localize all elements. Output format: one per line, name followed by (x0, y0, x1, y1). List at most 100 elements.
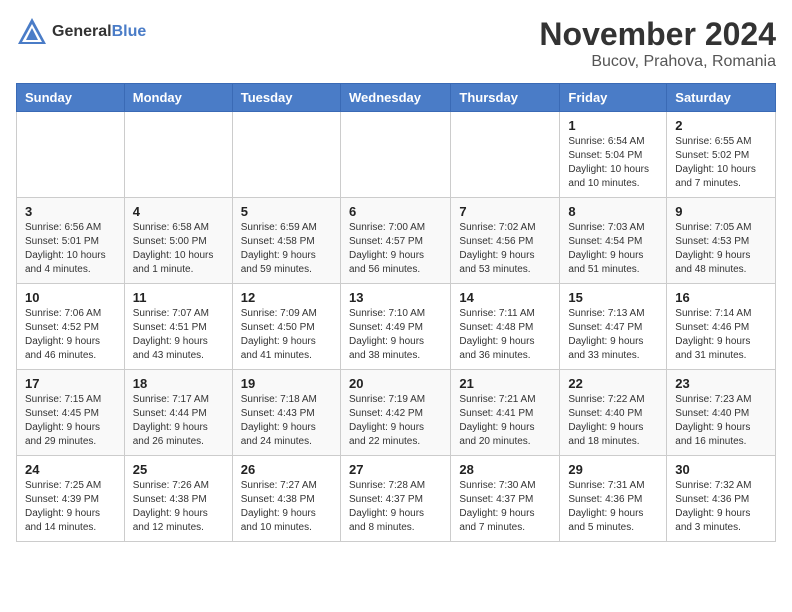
day-info: Sunrise: 7:00 AMSunset: 4:57 PMDaylight:… (349, 221, 442, 277)
header-cell-thursday: Thursday (451, 84, 560, 112)
week-row-5: 24 Sunrise: 7:25 AMSunset: 4:39 PMDayligh… (17, 456, 776, 542)
day-number: 12 (241, 290, 332, 305)
day-number: 29 (568, 462, 658, 477)
day-cell: 5 Sunrise: 6:59 AMSunset: 4:58 PMDaylight… (232, 198, 340, 284)
day-cell: 9 Sunrise: 7:05 AMSunset: 4:53 PMDaylight… (667, 198, 776, 284)
day-number: 4 (133, 204, 224, 219)
header: GeneralBlue November 2024 Bucov, Prahova… (16, 16, 776, 71)
logo: GeneralBlue (16, 16, 146, 48)
day-cell: 2 Sunrise: 6:55 AMSunset: 5:02 PMDaylight… (667, 112, 776, 198)
location-title: Bucov, Prahova, Romania (539, 53, 776, 71)
day-cell (451, 112, 560, 198)
day-info: Sunrise: 7:25 AMSunset: 4:39 PMDaylight:… (25, 479, 116, 535)
day-cell: 4 Sunrise: 6:58 AMSunset: 5:00 PMDaylight… (124, 198, 232, 284)
day-number: 27 (349, 462, 442, 477)
day-cell: 22 Sunrise: 7:22 AMSunset: 4:40 PMDayligh… (560, 370, 667, 456)
day-number: 10 (25, 290, 116, 305)
day-info: Sunrise: 7:18 AMSunset: 4:43 PMDaylight:… (241, 393, 332, 449)
day-cell (232, 112, 340, 198)
day-number: 6 (349, 204, 442, 219)
day-number: 21 (459, 376, 551, 391)
day-info: Sunrise: 7:31 AMSunset: 4:36 PMDaylight:… (568, 479, 658, 535)
day-info: Sunrise: 7:02 AMSunset: 4:56 PMDaylight:… (459, 221, 551, 277)
day-cell: 26 Sunrise: 7:27 AMSunset: 4:38 PMDayligh… (232, 456, 340, 542)
day-info: Sunrise: 7:22 AMSunset: 4:40 PMDaylight:… (568, 393, 658, 449)
day-cell: 27 Sunrise: 7:28 AMSunset: 4:37 PMDayligh… (340, 456, 450, 542)
day-cell: 13Sunrise: 7:10 AMSunset: 4:49 PMDayligh… (340, 284, 450, 370)
header-cell-friday: Friday (560, 84, 667, 112)
day-info: Sunrise: 7:07 AMSunset: 4:51 PMDaylight:… (133, 307, 224, 363)
header-cell-wednesday: Wednesday (340, 84, 450, 112)
day-number: 23 (675, 376, 767, 391)
day-cell: 20 Sunrise: 7:19 AMSunset: 4:42 PMDayligh… (340, 370, 450, 456)
day-info: Sunrise: 7:10 AMSunset: 4:49 PMDaylight:… (349, 307, 442, 363)
title-section: November 2024 Bucov, Prahova, Romania (539, 16, 776, 71)
day-cell: 1 Sunrise: 6:54 AMSunset: 5:04 PMDaylight… (560, 112, 667, 198)
day-number: 9 (675, 204, 767, 219)
day-cell: 19Sunrise: 7:18 AMSunset: 4:43 PMDayligh… (232, 370, 340, 456)
day-info: Sunrise: 7:11 AMSunset: 4:48 PMDaylight:… (459, 307, 551, 363)
day-number: 11 (133, 290, 224, 305)
day-cell: 11 Sunrise: 7:07 AMSunset: 4:51 PMDayligh… (124, 284, 232, 370)
week-row-2: 3Sunrise: 6:56 AMSunset: 5:01 PMDaylight… (17, 198, 776, 284)
header-cell-tuesday: Tuesday (232, 84, 340, 112)
day-cell (340, 112, 450, 198)
day-number: 5 (241, 204, 332, 219)
day-cell: 3Sunrise: 6:56 AMSunset: 5:01 PMDaylight… (17, 198, 125, 284)
day-cell: 7Sunrise: 7:02 AMSunset: 4:56 PMDaylight… (451, 198, 560, 284)
day-info: Sunrise: 7:26 AMSunset: 4:38 PMDaylight:… (133, 479, 224, 535)
day-cell: 14 Sunrise: 7:11 AMSunset: 4:48 PMDayligh… (451, 284, 560, 370)
day-cell: 16Sunrise: 7:14 AMSunset: 4:46 PMDayligh… (667, 284, 776, 370)
day-info: Sunrise: 7:05 AMSunset: 4:53 PMDaylight:… (675, 221, 767, 277)
day-cell: 10 Sunrise: 7:06 AMSunset: 4:52 PMDayligh… (17, 284, 125, 370)
day-number: 30 (675, 462, 767, 477)
day-number: 24 (25, 462, 116, 477)
day-number: 28 (459, 462, 551, 477)
day-cell: 25Sunrise: 7:26 AMSunset: 4:38 PMDayligh… (124, 456, 232, 542)
day-info: Sunrise: 6:59 AMSunset: 4:58 PMDaylight:… (241, 221, 332, 277)
header-cell-sunday: Sunday (17, 84, 125, 112)
day-cell: 17 Sunrise: 7:15 AMSunset: 4:45 PMDayligh… (17, 370, 125, 456)
calendar-table: SundayMondayTuesdayWednesdayThursdayFrid… (16, 83, 776, 542)
day-cell: 15Sunrise: 7:13 AMSunset: 4:47 PMDayligh… (560, 284, 667, 370)
day-info: Sunrise: 7:06 AMSunset: 4:52 PMDaylight:… (25, 307, 116, 363)
day-info: Sunrise: 7:17 AMSunset: 4:44 PMDaylight:… (133, 393, 224, 449)
day-cell: 6 Sunrise: 7:00 AMSunset: 4:57 PMDaylight… (340, 198, 450, 284)
day-info: Sunrise: 7:28 AMSunset: 4:37 PMDaylight:… (349, 479, 442, 535)
day-number: 1 (568, 118, 658, 133)
logo-text-blue: Blue (112, 23, 147, 40)
day-number: 14 (459, 290, 551, 305)
day-info: Sunrise: 6:55 AMSunset: 5:02 PMDaylight:… (675, 135, 767, 191)
header-cell-saturday: Saturday (667, 84, 776, 112)
day-info: Sunrise: 7:03 AMSunset: 4:54 PMDaylight:… (568, 221, 658, 277)
header-cell-monday: Monday (124, 84, 232, 112)
day-info: Sunrise: 7:19 AMSunset: 4:42 PMDaylight:… (349, 393, 442, 449)
day-number: 20 (349, 376, 442, 391)
day-number: 2 (675, 118, 767, 133)
day-number: 22 (568, 376, 658, 391)
day-cell: 23 Sunrise: 7:23 AMSunset: 4:40 PMDayligh… (667, 370, 776, 456)
day-number: 17 (25, 376, 116, 391)
day-cell: 12 Sunrise: 7:09 AMSunset: 4:50 PMDayligh… (232, 284, 340, 370)
day-info: Sunrise: 6:56 AMSunset: 5:01 PMDaylight:… (25, 221, 116, 277)
day-info: Sunrise: 7:27 AMSunset: 4:38 PMDaylight:… (241, 479, 332, 535)
month-title: November 2024 (539, 16, 776, 53)
week-row-4: 17 Sunrise: 7:15 AMSunset: 4:45 PMDayligh… (17, 370, 776, 456)
day-cell (17, 112, 125, 198)
day-number: 15 (568, 290, 658, 305)
day-info: Sunrise: 6:54 AMSunset: 5:04 PMDaylight:… (568, 135, 658, 191)
day-info: Sunrise: 7:09 AMSunset: 4:50 PMDaylight:… (241, 307, 332, 363)
logo-icon (16, 16, 48, 48)
logo-text-general: General (52, 23, 112, 40)
day-number: 26 (241, 462, 332, 477)
day-cell: 18 Sunrise: 7:17 AMSunset: 4:44 PMDayligh… (124, 370, 232, 456)
day-number: 18 (133, 376, 224, 391)
day-number: 8 (568, 204, 658, 219)
day-cell: 28Sunrise: 7:30 AMSunset: 4:37 PMDayligh… (451, 456, 560, 542)
week-row-3: 10 Sunrise: 7:06 AMSunset: 4:52 PMDayligh… (17, 284, 776, 370)
day-info: Sunrise: 6:58 AMSunset: 5:00 PMDaylight:… (133, 221, 224, 277)
day-cell: 29 Sunrise: 7:31 AMSunset: 4:36 PMDayligh… (560, 456, 667, 542)
day-info: Sunrise: 7:23 AMSunset: 4:40 PMDaylight:… (675, 393, 767, 449)
day-info: Sunrise: 7:15 AMSunset: 4:45 PMDaylight:… (25, 393, 116, 449)
header-row: SundayMondayTuesdayWednesdayThursdayFrid… (17, 84, 776, 112)
